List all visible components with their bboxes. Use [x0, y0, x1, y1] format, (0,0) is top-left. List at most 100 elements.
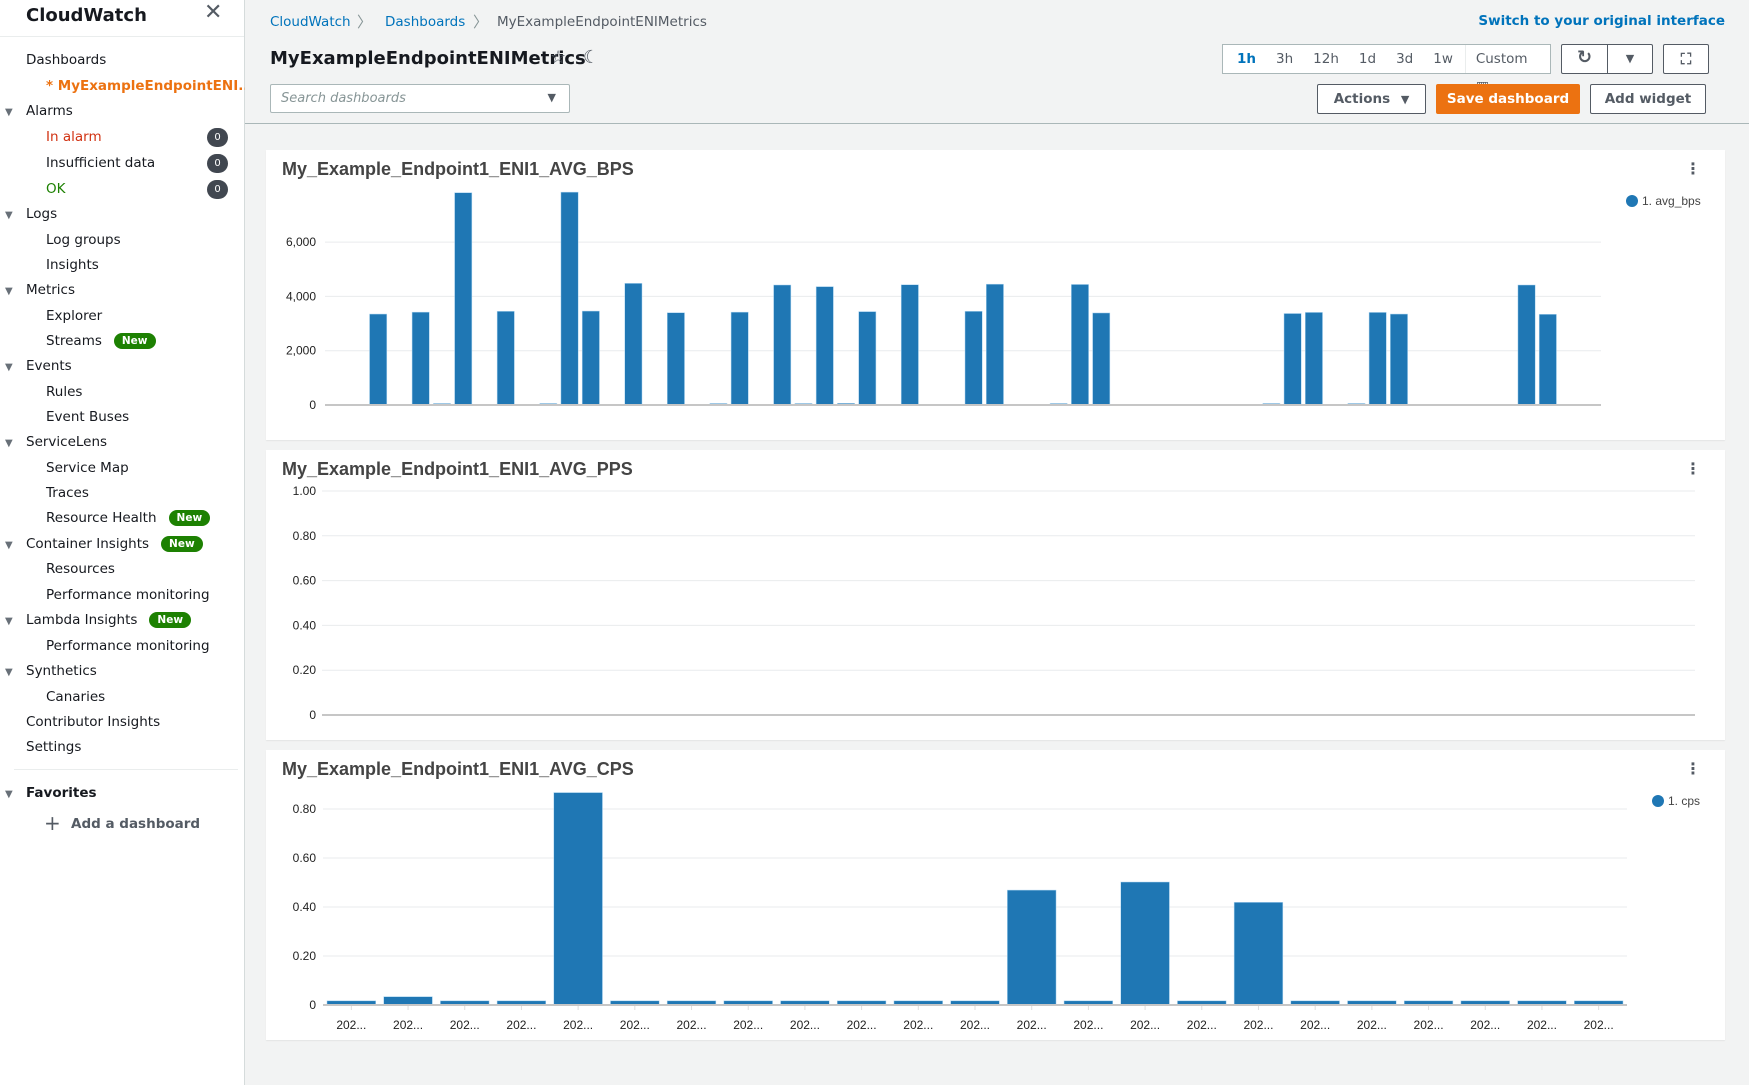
bar: [1538, 314, 1557, 406]
sidebar-item-ok[interactable]: OK: [46, 181, 65, 197]
sidebar-item-label: Canaries: [46, 689, 106, 705]
sidebar-item-label: Event Buses: [46, 409, 130, 425]
caret-down-icon[interactable]: ▼: [5, 789, 13, 800]
x-tick-label: 202...: [1187, 1018, 1217, 1032]
caret-down-icon[interactable]: ▼: [5, 107, 13, 118]
search-input[interactable]: [271, 85, 531, 112]
sidebar-item-alarms[interactable]: Alarms: [26, 103, 73, 119]
caret-down-icon[interactable]: ▼: [5, 438, 13, 449]
caret-down-icon[interactable]: ▼: [5, 286, 13, 297]
sidebar-item-label: Insufficient data: [46, 155, 156, 171]
chevron-right-icon: 〉: [473, 13, 489, 31]
search-dashboards[interactable]: ▼: [270, 84, 570, 113]
sidebar-item-label: Metrics: [26, 282, 76, 298]
sidebar-item-resources[interactable]: Resources: [46, 561, 115, 577]
caret-down-icon[interactable]: ▼: [5, 210, 13, 221]
caret-down-icon[interactable]: ▼: [548, 91, 556, 104]
sidebar-item-explorer[interactable]: Explorer: [46, 308, 102, 324]
sidebar-item-label: * MyExampleEndpointENI...: [46, 78, 254, 94]
bar: [624, 283, 643, 406]
sidebar-item-favorites[interactable]: Favorites: [26, 785, 97, 801]
bar: [369, 313, 388, 406]
sidebar-item-contributor-insights[interactable]: Contributor Insights: [26, 714, 160, 730]
breadcrumb-dashboards[interactable]: Dashboards: [385, 14, 465, 30]
caret-down-icon: ▼: [1400, 93, 1410, 106]
sidebar-item-servicelens[interactable]: ServiceLens: [26, 434, 107, 450]
refresh-options-button[interactable]: ▼: [1607, 44, 1653, 74]
sidebar-item-insufficient-data[interactable]: Insufficient data: [46, 155, 155, 171]
y-tick-label: 6,000: [286, 235, 316, 249]
sidebar-item-label: ServiceLens: [26, 434, 108, 450]
sidebar-item-insights[interactable]: Insights: [46, 257, 99, 273]
breadcrumb-cloudwatch[interactable]: CloudWatch: [270, 14, 351, 30]
caret-down-icon[interactable]: ▼: [5, 540, 13, 551]
plus-icon[interactable]: +: [44, 811, 61, 835]
caret-down-icon[interactable]: ▼: [5, 616, 13, 627]
sidebar-item-container-insights[interactable]: Container Insights New: [26, 536, 203, 552]
sidebar-item-settings[interactable]: Settings: [26, 739, 81, 755]
sidebar-item-rules[interactable]: Rules: [46, 384, 82, 400]
new-badge: New: [168, 510, 211, 526]
add-widget-button[interactable]: Add widget: [1590, 84, 1706, 114]
x-tick-label: 202...: [506, 1018, 536, 1032]
time-range-3d[interactable]: 3d: [1386, 45, 1423, 73]
bar: [1071, 284, 1089, 406]
add-dashboard-link[interactable]: Add a dashboard: [71, 816, 200, 832]
moon-icon[interactable]: ☾: [583, 47, 599, 68]
sidebar-item-lambda-insights[interactable]: Lambda Insights New: [26, 612, 192, 628]
sidebar-item-performance-monitoring[interactable]: Performance monitoring: [46, 587, 210, 603]
fullscreen-button[interactable]: ⛶: [1663, 44, 1709, 74]
sidebar-header: CloudWatch ✕: [0, 0, 244, 37]
refresh-button[interactable]: ↻: [1561, 44, 1608, 74]
sidebar-title: CloudWatch: [26, 5, 147, 26]
sidebar-item-in-alarm[interactable]: In alarm: [46, 129, 102, 145]
bar: [1233, 902, 1284, 1006]
sidebar-item-label: Resource Health: [46, 510, 157, 526]
chart-avg-pps: 0 0.20 0.40 0.60 0.80 1.00: [293, 484, 1695, 722]
switch-interface-link[interactable]: Switch to your original interface: [1478, 13, 1725, 29]
x-tick-label: 202...: [1073, 1018, 1103, 1032]
sidebar-item-myexampleendpointeni[interactable]: * MyExampleEndpointENI...: [46, 78, 254, 94]
page-title: MyExampleEndpointENIMetrics: [270, 48, 586, 69]
caret-down-icon[interactable]: ▼: [5, 667, 13, 678]
y-tick-label: 0.40: [293, 900, 317, 914]
x-tick-label: 202...: [1300, 1018, 1330, 1032]
sidebar-item-log-groups[interactable]: Log groups: [46, 232, 121, 248]
dashboard-header: CloudWatch 〉 Dashboards 〉 MyExampleEndpo…: [245, 0, 1749, 124]
time-range-12h[interactable]: 12h: [1303, 45, 1349, 73]
sidebar-item-performance-monitoring[interactable]: Performance monitoring: [46, 638, 210, 654]
chart-avg-bps: 0 2,000 4,000 6,000: [286, 191, 1601, 412]
fullscreen-icon: ⛶: [1680, 50, 1692, 68]
sidebar-item-event-buses[interactable]: Event Buses: [46, 409, 129, 425]
sidebar-item-streams[interactable]: Streams New: [46, 333, 156, 349]
close-icon[interactable]: ✕: [204, 0, 222, 25]
sidebar-item-traces[interactable]: Traces: [46, 485, 89, 501]
sidebar-item-synthetics[interactable]: Synthetics: [26, 663, 97, 679]
y-tick-label: 2,000: [286, 344, 316, 358]
save-dashboard-button[interactable]: Save dashboard: [1436, 84, 1580, 114]
bar: [496, 311, 515, 406]
x-tick-label: 202...: [1017, 1018, 1047, 1032]
sidebar-item-events[interactable]: Events: [26, 358, 72, 374]
actions-button[interactable]: Actions ▼: [1317, 84, 1426, 114]
x-tick-label: 202...: [393, 1018, 423, 1032]
sidebar-item-metrics[interactable]: Metrics: [26, 282, 75, 298]
time-custom-button[interactable]: Custom ▦: [1466, 45, 1550, 95]
sidebar-divider: [14, 769, 238, 770]
time-range-3h[interactable]: 3h: [1266, 45, 1303, 73]
sidebar-item-resource-health[interactable]: Resource Health New: [46, 510, 211, 526]
time-range-1h[interactable]: 1h: [1227, 45, 1266, 73]
time-range-1w[interactable]: 1w: [1423, 45, 1463, 73]
bar: [581, 310, 600, 406]
sidebar-item-canaries[interactable]: Canaries: [46, 689, 105, 705]
widget-avg-bps: My_Example_Endpoint1_ENI1_AVG_BPS ⋮ 1. a…: [266, 150, 1725, 440]
caret-down-icon[interactable]: ▼: [5, 362, 13, 373]
sidebar-item-logs[interactable]: Logs: [26, 206, 57, 222]
x-tick-label: 202...: [903, 1018, 933, 1032]
star-icon[interactable]: ☆: [550, 47, 566, 68]
sidebar-item-label: Settings: [26, 739, 82, 755]
sidebar-item-dashboards[interactable]: Dashboards: [26, 52, 106, 68]
sidebar-item-service-map[interactable]: Service Map: [46, 460, 129, 476]
bar: [1305, 312, 1323, 406]
time-range-1d[interactable]: 1d: [1349, 45, 1386, 73]
